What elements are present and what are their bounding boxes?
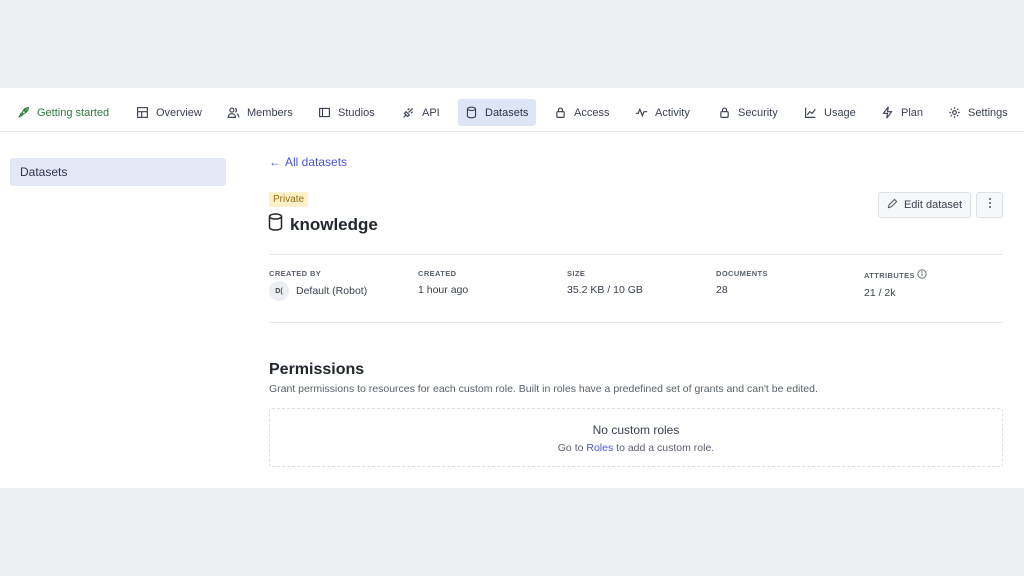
top-nav: Getting started Overview Members Studios… bbox=[0, 88, 1024, 132]
meta-value: 21 / 2k bbox=[864, 287, 896, 299]
rocket-icon bbox=[17, 106, 30, 119]
empty-hint-suffix: to add a custom role. bbox=[616, 442, 715, 454]
tab-label: Members bbox=[247, 106, 293, 119]
tab-datasets[interactable]: Datasets bbox=[458, 99, 536, 126]
creator-name: Default (Robot) bbox=[296, 285, 368, 297]
sidebar-item-label: Datasets bbox=[20, 165, 68, 179]
meta-created-by: CREATED BY D( Default (Robot) bbox=[269, 269, 367, 301]
tab-label: Plan bbox=[901, 106, 924, 119]
database-icon bbox=[465, 106, 478, 119]
tab-members[interactable]: Members bbox=[220, 99, 300, 126]
empty-hint-prefix: Go to bbox=[557, 442, 584, 454]
sidebar-item-datasets[interactable]: Datasets bbox=[10, 158, 226, 186]
tab-studios[interactable]: Studios bbox=[311, 99, 382, 126]
meta-label: ATTRIBUTES bbox=[864, 269, 927, 281]
back-link-label: All datasets bbox=[285, 155, 348, 169]
tab-settings[interactable]: Settings bbox=[941, 99, 1015, 126]
layout-icon bbox=[136, 106, 149, 119]
tab-label: Usage bbox=[824, 106, 856, 119]
edit-dataset-button[interactable]: Edit dataset bbox=[878, 192, 971, 218]
empty-title: No custom roles bbox=[592, 423, 680, 437]
back-link[interactable]: ← All datasets bbox=[269, 155, 347, 169]
meta-value: 35.2 KB / 10 GB bbox=[567, 284, 643, 296]
tab-getting-started[interactable]: Getting started bbox=[10, 99, 116, 126]
page-title: knowledge bbox=[268, 213, 378, 236]
chart-icon bbox=[804, 106, 817, 119]
bolt-icon bbox=[881, 106, 894, 119]
pencil-icon bbox=[887, 198, 898, 212]
more-vertical-icon bbox=[988, 196, 992, 214]
permissions-description: Grant permissions to resources for each … bbox=[269, 383, 818, 395]
tab-usage[interactable]: Usage bbox=[797, 99, 863, 126]
meta-value: 1 hour ago bbox=[418, 284, 469, 296]
meta-label: CREATED BY bbox=[269, 269, 322, 278]
studio-icon bbox=[318, 106, 331, 119]
database-icon bbox=[268, 213, 283, 236]
tab-label: Settings bbox=[968, 106, 1008, 119]
tab-security[interactable]: Security bbox=[711, 99, 785, 126]
meta-size: SIZE 35.2 KB / 10 GB bbox=[567, 269, 643, 296]
tab-label: Security bbox=[738, 106, 778, 119]
tab-label: Studios bbox=[338, 106, 375, 119]
creator: D( Default (Robot) bbox=[269, 281, 367, 301]
tab-access[interactable]: Access bbox=[547, 99, 616, 126]
tab-activity[interactable]: Activity bbox=[628, 99, 697, 126]
divider bbox=[269, 254, 1003, 255]
app-frame: Getting started Overview Members Studios… bbox=[0, 88, 1024, 488]
meta-label: DOCUMENTS bbox=[716, 269, 768, 278]
dataset-name: knowledge bbox=[290, 214, 378, 234]
arrow-left-icon: ← bbox=[269, 155, 281, 169]
roles-link[interactable]: Roles bbox=[586, 442, 613, 454]
tab-label: API bbox=[422, 106, 440, 119]
meta-label: SIZE bbox=[567, 269, 586, 278]
meta-documents: DOCUMENTS 28 bbox=[716, 269, 768, 296]
gear-icon bbox=[948, 106, 961, 119]
more-options-button[interactable] bbox=[976, 192, 1003, 218]
divider bbox=[269, 322, 1003, 323]
permissions-title: Permissions bbox=[269, 361, 365, 378]
tab-label: Overview bbox=[156, 106, 202, 119]
lock-icon bbox=[718, 106, 731, 119]
plug-icon bbox=[402, 106, 415, 119]
tab-label: Access bbox=[574, 106, 610, 119]
empty-hint: Go to Roles to add a custom role. bbox=[270, 442, 1002, 454]
permissions-empty-state: No custom roles Go to Roles to add a cus… bbox=[269, 408, 1003, 467]
meta-label-text: ATTRIBUTES bbox=[864, 270, 915, 280]
meta-label: CREATED bbox=[418, 269, 457, 278]
tab-overview[interactable]: Overview bbox=[129, 99, 209, 126]
lock-icon bbox=[554, 106, 567, 119]
users-icon bbox=[227, 106, 240, 119]
tab-label: Datasets bbox=[485, 106, 529, 119]
status-badge: Private bbox=[269, 192, 309, 207]
avatar: D( bbox=[269, 281, 289, 301]
tab-plan[interactable]: Plan bbox=[874, 99, 930, 126]
tab-api[interactable]: API bbox=[395, 99, 447, 126]
edit-dataset-label: Edit dataset bbox=[903, 199, 963, 211]
tab-label: Getting started bbox=[37, 106, 110, 119]
tab-label: Activity bbox=[655, 106, 690, 119]
activity-icon bbox=[635, 106, 648, 119]
info-icon[interactable] bbox=[917, 269, 927, 281]
meta-value: 28 bbox=[716, 284, 728, 296]
meta-attributes: ATTRIBUTES 21 / 2k bbox=[864, 269, 927, 299]
meta-created: CREATED 1 hour ago bbox=[418, 269, 468, 296]
